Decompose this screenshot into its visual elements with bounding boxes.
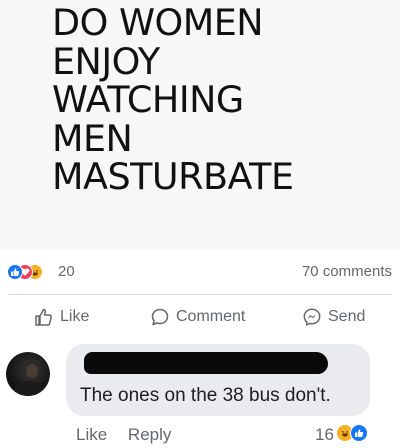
comment-bubble: The ones on the 38 bus don't.: [66, 344, 370, 416]
like-icon: [7, 264, 23, 280]
post-image[interactable]: DO WOMEN ENJOY WATCHING MEN MASTURBATE: [0, 0, 400, 250]
comment-reply-link[interactable]: Reply: [128, 425, 171, 444]
reaction-count[interactable]: 20: [58, 263, 75, 280]
like-button-label: Like: [60, 308, 90, 325]
headline-line-2: ENJOY: [52, 39, 160, 83]
headline-line-3: WATCHING: [52, 78, 244, 121]
headline-line-4: MEN: [52, 116, 133, 160]
post-headline: DO WOMEN ENJOY WATCHING MEN MASTURBATE: [52, 1, 392, 198]
headline-line-5: MASTURBATE: [52, 155, 294, 198]
comment-text: The ones on the 38 bus don't.: [80, 385, 331, 406]
comment: The ones on the 38 bus don't. Like Reply…: [0, 338, 400, 448]
send-button[interactable]: Send: [302, 306, 365, 328]
thumbs-up-icon: [35, 308, 52, 326]
like-button[interactable]: Like: [34, 306, 89, 328]
comment-reaction-count[interactable]: 16: [315, 425, 334, 445]
send-button-label: Send: [328, 308, 366, 325]
messenger-icon: [303, 308, 321, 326]
post-actions: Like Comment Send: [0, 296, 400, 340]
like-icon: [350, 424, 368, 442]
comment-icon: [151, 308, 169, 326]
comment-like-link[interactable]: Like: [76, 425, 107, 444]
reaction-summary: 20 70 comments: [0, 250, 400, 294]
headline-line-1: DO WOMEN: [52, 1, 264, 44]
comment-button-label: Comment: [176, 308, 246, 325]
comment-count[interactable]: 70 comments: [302, 263, 392, 280]
avatar[interactable]: [6, 352, 50, 396]
comment-actions: Like Reply: [76, 425, 187, 445]
comment-button[interactable]: Comment: [150, 306, 245, 328]
divider: [8, 294, 392, 295]
redacted-commenter-name: [84, 352, 328, 374]
